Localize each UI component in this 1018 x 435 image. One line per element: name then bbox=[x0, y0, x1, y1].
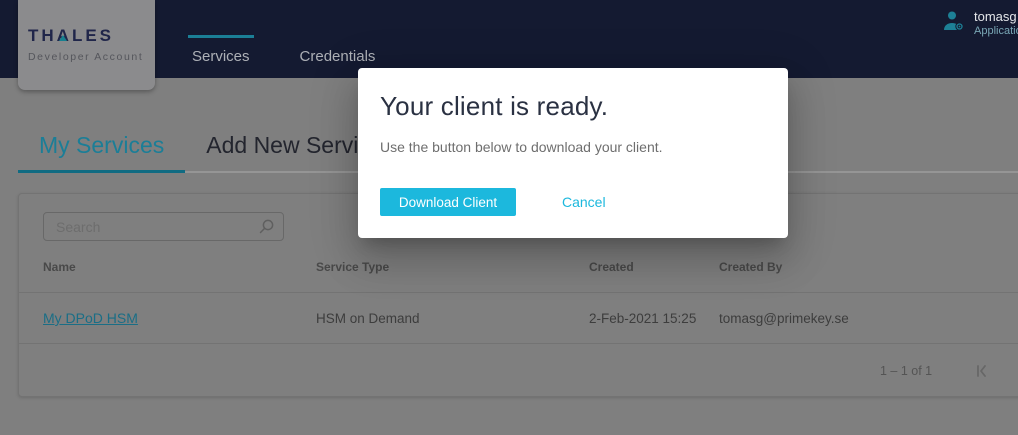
nav-item-services[interactable]: Services bbox=[188, 0, 254, 78]
nav-item-label: Credentials bbox=[300, 48, 376, 65]
column-header-created-by[interactable]: Created By bbox=[719, 260, 1018, 274]
pagination-range-label: 1 – 1 of 1 bbox=[880, 344, 932, 398]
download-client-dialog: Your client is ready. Use the button bel… bbox=[358, 68, 788, 238]
download-client-button[interactable]: Download Client bbox=[380, 188, 516, 216]
screen: THALES Developer Account Services Creden… bbox=[0, 0, 1018, 435]
top-navbar: THALES Developer Account Services Creden… bbox=[0, 0, 1018, 78]
brand-logo-card[interactable]: THALES Developer Account bbox=[18, 0, 155, 90]
created-by-cell: tomasg@primekey.se bbox=[719, 311, 1018, 326]
column-header-service-type[interactable]: Service Type bbox=[316, 260, 589, 274]
service-name-link[interactable]: My DPoD HSM bbox=[43, 310, 316, 326]
search-icon[interactable] bbox=[256, 217, 276, 242]
cancel-link[interactable]: Cancel bbox=[562, 194, 606, 210]
dialog-actions: Download Client Cancel bbox=[380, 188, 764, 216]
tab-label: Add New Service bbox=[206, 132, 382, 159]
pagination: 1 – 1 of 1 bbox=[19, 344, 1018, 398]
tab-label: My Services bbox=[39, 132, 164, 159]
tab-my-services[interactable]: My Services bbox=[18, 120, 185, 171]
search-input[interactable] bbox=[43, 212, 284, 241]
nav-item-credentials[interactable]: Credentials bbox=[296, 0, 380, 78]
dialog-message: Use the button below to download your cl… bbox=[380, 139, 764, 155]
table-header: Name Service Type Created Created By bbox=[19, 241, 1018, 293]
dialog-title: Your client is ready. bbox=[380, 91, 764, 122]
brand-name: THALES bbox=[28, 26, 155, 46]
search-box bbox=[43, 212, 284, 241]
service-type-cell: HSM on Demand bbox=[316, 311, 589, 326]
thales-triangle-icon bbox=[59, 35, 67, 41]
active-nav-indicator bbox=[188, 35, 254, 38]
column-header-name[interactable]: Name bbox=[43, 260, 316, 274]
navbar-menu: Services Credentials bbox=[188, 0, 379, 78]
user-menu[interactable]: tomasg Application bbox=[942, 9, 1018, 38]
table-row: My DPoD HSM HSM on Demand 2-Feb-2021 15:… bbox=[19, 293, 1018, 344]
brand-subtitle: Developer Account bbox=[28, 51, 155, 63]
user-account-icon bbox=[942, 9, 966, 38]
user-name: tomasg bbox=[974, 9, 1018, 24]
user-info: tomasg Application bbox=[974, 9, 1018, 38]
user-role: Application bbox=[974, 25, 1018, 38]
created-cell: 2-Feb-2021 15:25 bbox=[589, 311, 719, 326]
nav-item-label: Services bbox=[192, 48, 250, 65]
previous-page-icon[interactable] bbox=[1013, 361, 1018, 386]
column-header-created[interactable]: Created bbox=[589, 260, 719, 274]
first-page-icon[interactable] bbox=[972, 361, 992, 386]
